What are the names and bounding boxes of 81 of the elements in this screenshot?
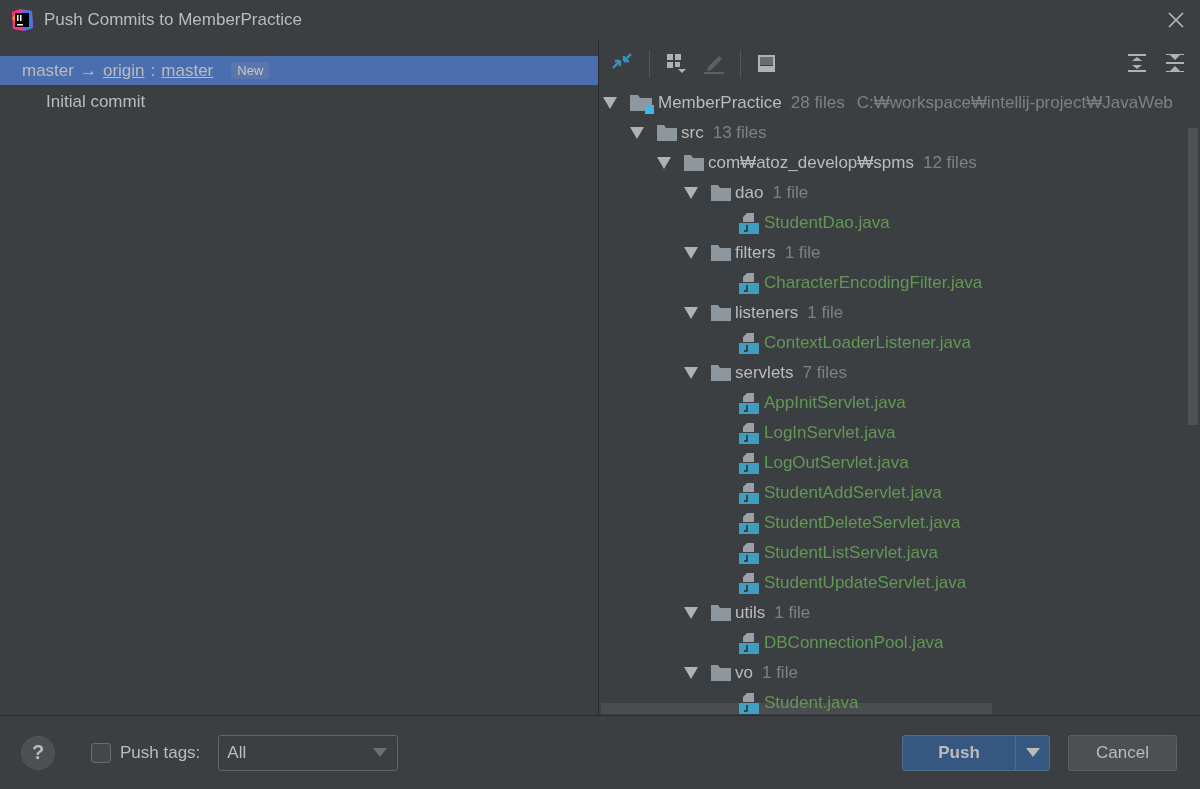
java-file-icon — [737, 271, 761, 295]
file-name[interactable]: StudentAddServlet.java — [764, 483, 942, 503]
grid-icon — [664, 52, 688, 76]
java-file-icon — [737, 481, 761, 505]
folder-name[interactable]: vo — [735, 663, 753, 683]
collapse-triangle-icon[interactable] — [656, 156, 672, 170]
folder-icon — [656, 123, 678, 143]
file-name[interactable]: DBConnectionPool.java — [764, 633, 944, 653]
java-file-icon — [737, 631, 761, 655]
collapse-triangle-icon[interactable] — [683, 666, 699, 680]
dropdown-arrow-icon — [1025, 748, 1040, 757]
java-file-icon — [737, 331, 761, 355]
file-count: 13 files — [712, 123, 767, 143]
collapse-triangle-icon[interactable] — [683, 306, 699, 320]
file-count: 1 file — [807, 303, 844, 323]
java-file-icon — [737, 391, 761, 415]
java-file-icon — [737, 451, 761, 475]
file-count: 12 files — [922, 153, 977, 173]
collapse-triangle-icon[interactable] — [629, 126, 645, 140]
target-branch-link[interactable]: master — [161, 60, 214, 81]
folder-name[interactable]: MemberPractice — [658, 93, 782, 113]
java-file-icon — [737, 571, 761, 595]
folder-name[interactable]: com₩atoz_develop₩spms — [708, 153, 914, 173]
folder-icon — [710, 303, 732, 323]
file-name[interactable]: AppInitServlet.java — [764, 393, 906, 413]
push-button[interactable]: Push — [902, 734, 1050, 771]
folder-name[interactable]: filters — [735, 243, 776, 263]
dropdown-arrow-icon — [373, 748, 388, 757]
push-tags-checkbox[interactable] — [91, 742, 111, 763]
java-file-icon — [737, 211, 761, 235]
branch-row[interactable]: master → origin : master New — [0, 56, 598, 85]
collapse-triangle-icon[interactable] — [683, 606, 699, 620]
new-badge: New — [231, 62, 270, 79]
module-folder-icon — [629, 92, 655, 114]
window-title: Push Commits to MemberPractice — [44, 10, 303, 30]
separator-text: : — [150, 60, 156, 81]
folder-path: C:₩workspace₩intellij-project₩JavaWeb — [856, 93, 1173, 113]
file-name[interactable]: StudentListServlet.java — [764, 543, 938, 563]
source-branch: master — [22, 60, 74, 81]
file-name[interactable]: ContextLoaderListener.java — [764, 333, 971, 353]
app-logo-icon — [10, 8, 34, 32]
file-count: 1 file — [784, 243, 821, 263]
collapse-triangle-icon[interactable] — [602, 96, 618, 110]
java-file-icon — [737, 511, 761, 535]
folder-name[interactable]: utils — [735, 603, 766, 623]
file-count: 1 file — [772, 183, 809, 203]
file-count: 1 file — [761, 663, 798, 683]
close-icon — [1168, 12, 1184, 28]
file-count: 1 file — [774, 603, 811, 623]
folder-icon — [710, 363, 732, 383]
push-tags-label: Push tags: — [120, 742, 201, 763]
arrow-text: → — [79, 60, 97, 81]
file-name[interactable]: LogInServlet.java — [764, 423, 896, 443]
folder-icon — [710, 663, 732, 683]
folder-icon — [710, 243, 732, 263]
dropdown-value: All — [227, 742, 247, 763]
folder-icon — [710, 183, 732, 203]
cancel-button[interactable]: Cancel — [1068, 734, 1177, 771]
folder-name[interactable]: listeners — [735, 303, 799, 323]
folder-icon — [710, 603, 732, 623]
file-name[interactable]: CharacterEncodingFilter.java — [764, 273, 983, 293]
file-count: 28 files — [790, 93, 845, 113]
help-button[interactable]: ? — [21, 735, 55, 770]
commit-item[interactable]: Initial commit — [46, 92, 146, 112]
folder-name[interactable]: dao — [735, 183, 764, 203]
folder-icon — [683, 153, 705, 173]
collapse-triangle-icon[interactable] — [683, 246, 699, 260]
collapse-triangle-icon[interactable] — [683, 186, 699, 200]
file-name[interactable]: StudentUpdateServlet.java — [764, 573, 967, 593]
folder-name[interactable]: src — [681, 123, 704, 143]
file-count: 7 files — [802, 363, 847, 383]
file-name[interactable]: StudentDeleteServlet.java — [764, 513, 961, 533]
file-name[interactable]: Student.java — [764, 693, 859, 713]
folder-name[interactable]: servlets — [735, 363, 794, 383]
java-file-icon — [737, 541, 761, 565]
java-file-icon — [737, 421, 761, 445]
collapse-triangle-icon[interactable] — [683, 366, 699, 380]
file-name[interactable]: LogOutServlet.java — [764, 453, 909, 473]
remote-link[interactable]: origin — [102, 60, 145, 81]
file-name[interactable]: StudentDao.java — [764, 213, 890, 233]
tags-dropdown[interactable]: All — [218, 734, 399, 771]
